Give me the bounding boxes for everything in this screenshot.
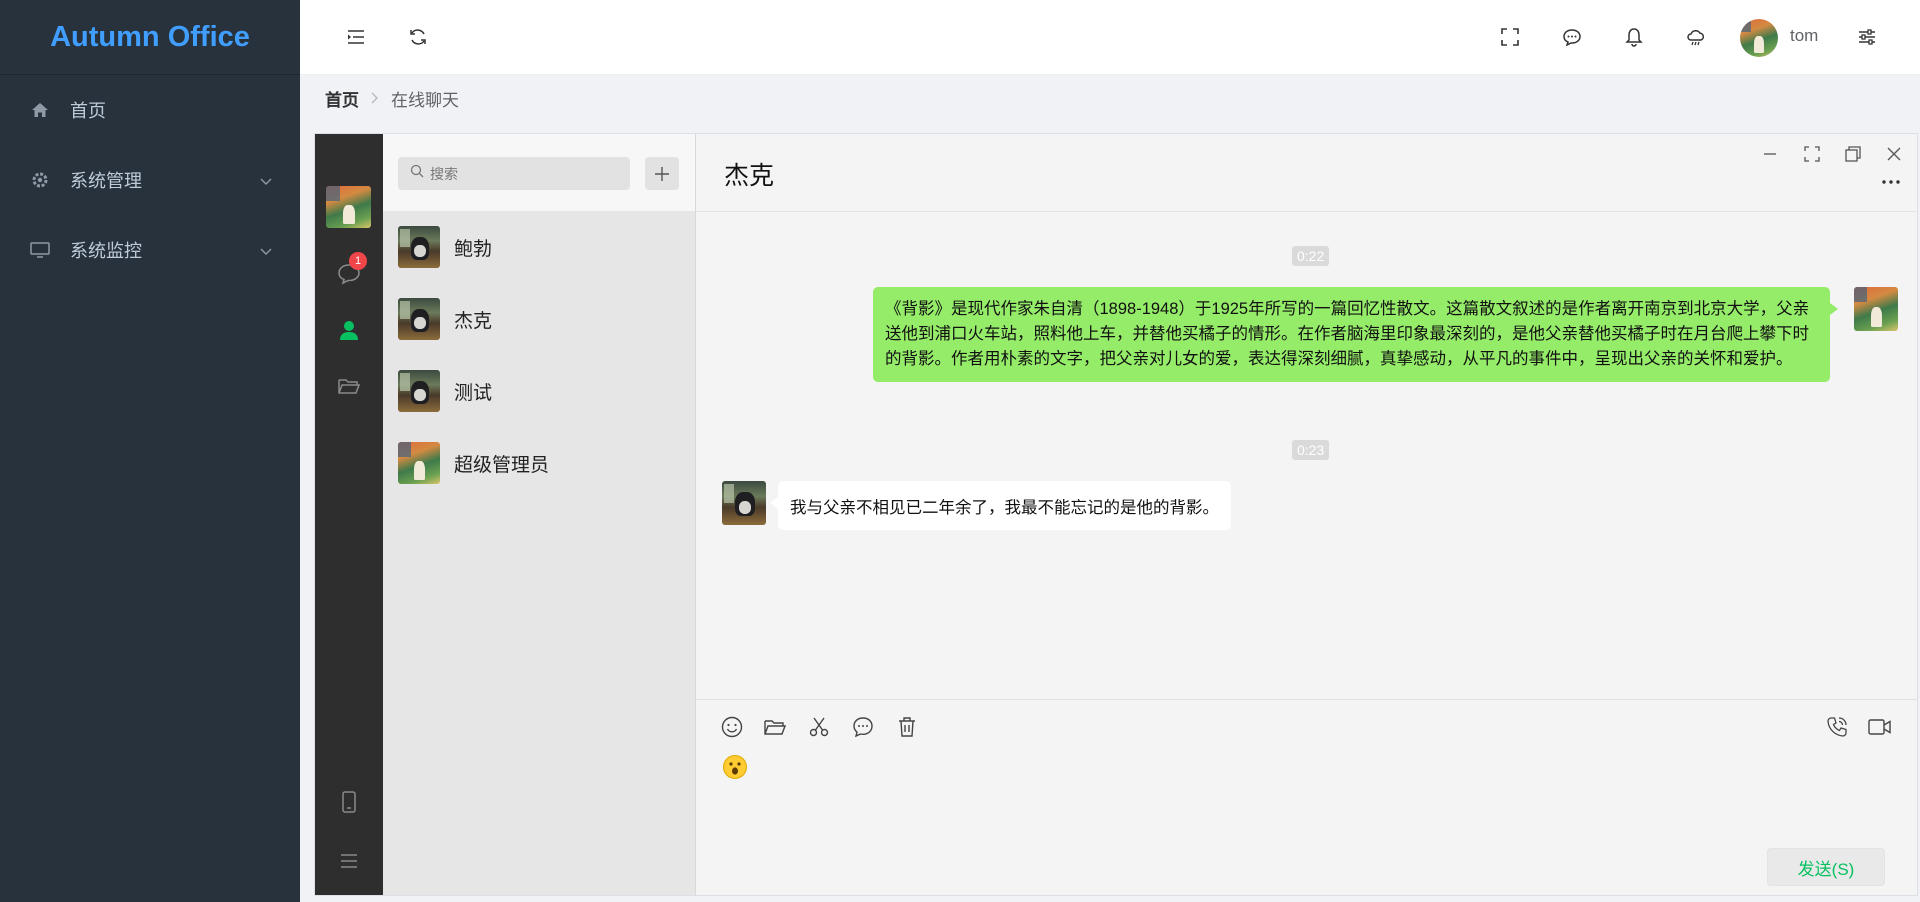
emoji-icon[interactable]: [717, 712, 747, 742]
unread-badge: 1: [349, 252, 367, 270]
bell-icon[interactable]: [1619, 22, 1649, 52]
message-time: 0:22: [1292, 246, 1330, 266]
close-icon[interactable]: [1880, 140, 1908, 168]
video-call-icon[interactable]: [1865, 712, 1895, 742]
chat-toolbar: 1: [315, 134, 383, 895]
contact-item[interactable]: 鲍勃: [383, 211, 695, 283]
contact-avatar: [398, 370, 440, 412]
sidebar-item-system-management[interactable]: 系统管理: [0, 145, 300, 215]
message-input[interactable]: [722, 754, 748, 780]
mobile-icon[interactable]: [329, 782, 369, 822]
contacts-tab-icon[interactable]: [329, 310, 369, 350]
breadcrumb-home[interactable]: 首页: [325, 86, 359, 111]
trash-icon[interactable]: [892, 712, 922, 742]
surprised-emoji-icon: [723, 755, 747, 779]
message-icon[interactable]: [1557, 22, 1587, 52]
breadcrumb-current: 在线聊天: [391, 91, 459, 110]
chat-main: 杰克 0:22 《背影》是现代作家朱自清（1898-1948）于1925年所写的…: [696, 134, 1917, 895]
chat-history-icon[interactable]: [848, 712, 878, 742]
contact-avatar: [398, 442, 440, 484]
brand-logo: Autumn Office: [0, 0, 300, 75]
search-box[interactable]: [398, 157, 630, 190]
chat-window: 1 鲍勃: [314, 133, 1918, 896]
user-name[interactable]: tom: [1790, 26, 1818, 46]
search-area: [383, 134, 695, 211]
top-header: tom: [300, 0, 1920, 75]
contact-item[interactable]: 测试: [383, 355, 695, 427]
gear-icon: [30, 170, 50, 190]
contact-name: 超级管理员: [454, 454, 550, 476]
chat-tab-icon[interactable]: 1: [329, 252, 369, 294]
sidebar-item-label: 系统管理: [70, 171, 142, 191]
chevron-down-icon: [260, 170, 272, 191]
search-icon: [410, 164, 424, 183]
maximize-icon[interactable]: [1798, 140, 1826, 168]
folder-tab-icon[interactable]: [329, 366, 369, 406]
sidebar-item-label: 系统监控: [70, 241, 142, 261]
contact-panel: 鲍勃 杰克 测试 超级管理员: [383, 134, 696, 895]
minimize-icon[interactable]: [1756, 140, 1784, 168]
contact-avatar: [398, 298, 440, 340]
voice-call-icon[interactable]: [1822, 712, 1852, 742]
restore-icon[interactable]: [1839, 140, 1867, 168]
chevron-right-icon: [371, 89, 379, 109]
refresh-icon[interactable]: [403, 22, 433, 52]
home-icon: [30, 100, 50, 120]
menu-fold-icon[interactable]: [341, 22, 371, 52]
send-button[interactable]: 发送(S): [1767, 848, 1885, 886]
contact-item[interactable]: 杰克: [383, 283, 695, 355]
breadcrumb: 首页 在线聊天: [325, 86, 459, 111]
contact-item[interactable]: 超级管理员: [383, 427, 695, 499]
contact-name: 鲍勃: [454, 238, 493, 260]
contact-name: 测试: [454, 382, 493, 404]
chat-title: 杰克: [724, 162, 775, 190]
sidebar-item-label: 首页: [70, 101, 106, 121]
add-contact-button[interactable]: [645, 157, 679, 190]
fullscreen-icon[interactable]: [1495, 22, 1525, 52]
message-time: 0:23: [1292, 440, 1330, 460]
more-options-icon[interactable]: [1876, 172, 1906, 192]
sidebar-item-system-monitor[interactable]: 系统监控: [0, 215, 300, 285]
plus-icon: [655, 166, 669, 181]
divider: [696, 211, 1917, 212]
user-avatar[interactable]: [1740, 19, 1778, 57]
sidebar-item-home[interactable]: 首页: [0, 75, 300, 145]
message-avatar-other[interactable]: [722, 481, 766, 525]
message-bubble-received: 我与父亲不相见已二年余了，我最不能忘记的是他的背影。: [770, 481, 1231, 530]
chevron-down-icon: [260, 240, 272, 261]
my-avatar[interactable]: [326, 186, 371, 228]
contact-name: 杰克: [454, 310, 493, 332]
message-avatar-me[interactable]: [1854, 287, 1898, 331]
monitor-icon: [30, 240, 50, 260]
more-menu-icon[interactable]: [329, 841, 369, 881]
weather-icon[interactable]: [1681, 22, 1711, 52]
search-input[interactable]: [430, 165, 610, 182]
settings-icon[interactable]: [1852, 22, 1882, 52]
contact-avatar: [398, 226, 440, 268]
message-bubble-sent: 《背影》是现代作家朱自清（1898-1948）于1925年所写的一篇回忆性散文。…: [873, 287, 1838, 382]
folder-icon[interactable]: [760, 712, 790, 742]
divider: [696, 699, 1917, 700]
sidebar: Autumn Office 首页 系统管理 系统监控: [0, 0, 300, 902]
scissors-icon[interactable]: [804, 712, 834, 742]
